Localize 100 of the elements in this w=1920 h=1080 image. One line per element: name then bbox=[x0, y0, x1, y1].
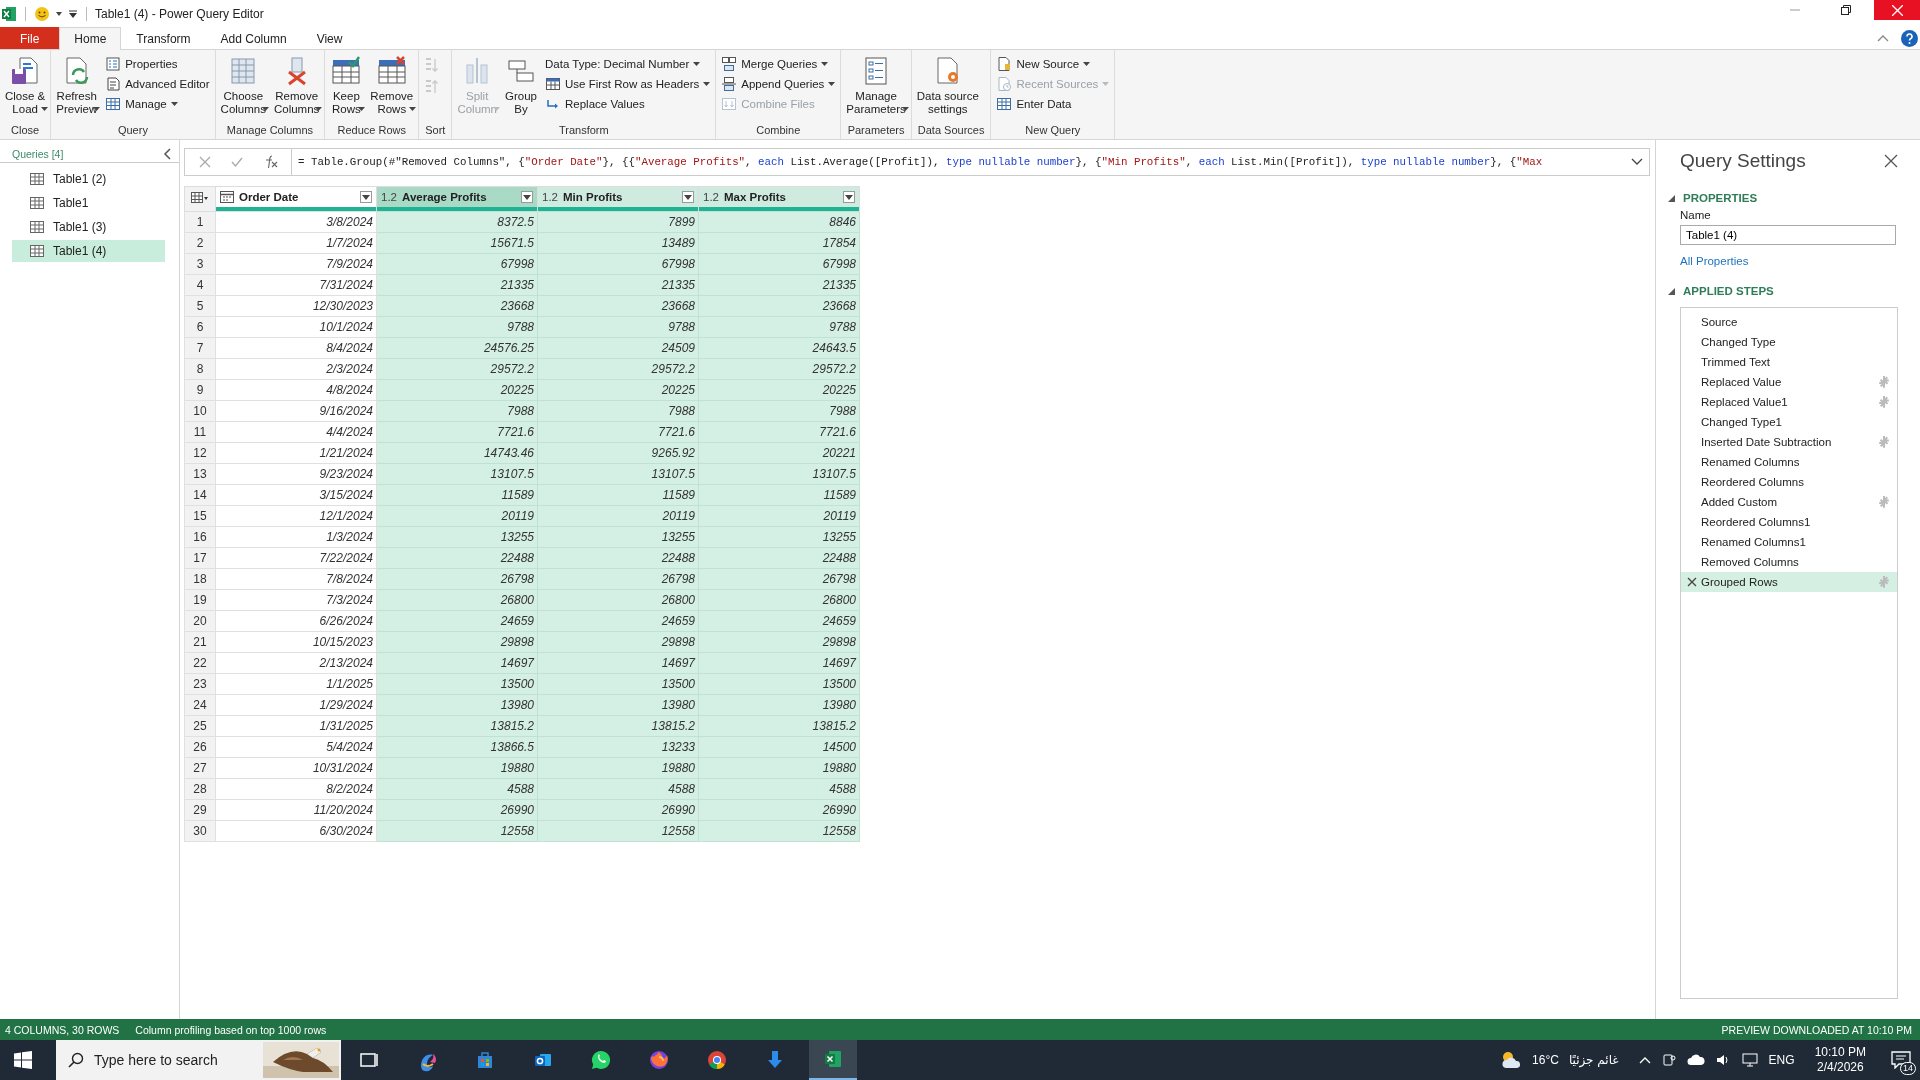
weather-icon[interactable] bbox=[1500, 1049, 1523, 1071]
all-properties-link[interactable]: All Properties bbox=[1680, 255, 1898, 267]
row-number: 12 bbox=[184, 442, 216, 464]
ribbon-button[interactable]: Properties bbox=[102, 55, 213, 73]
query-item[interactable]: Table1 (2) bbox=[12, 168, 165, 190]
ribbon-button[interactable]: Group By bbox=[502, 53, 540, 118]
caret-icon bbox=[684, 194, 692, 200]
customize-toolbar-icon[interactable] bbox=[68, 8, 78, 19]
close-icon[interactable] bbox=[1884, 154, 1898, 168]
table-cell: 6/30/2024 bbox=[215, 820, 377, 842]
cloud-icon[interactable] bbox=[1686, 1053, 1705, 1067]
spreadsheet-taskbar-button[interactable] bbox=[809, 1040, 857, 1080]
applied-step[interactable]: Changed Type bbox=[1681, 332, 1897, 352]
ribbon-button[interactable]: Choose Columns bbox=[217, 53, 269, 113]
name-field[interactable]: Table1 (4) bbox=[1680, 225, 1896, 245]
ribbon-button[interactable]: New Source bbox=[993, 55, 1113, 73]
ribbon-button[interactable]: Use First Row as Headers bbox=[542, 75, 714, 93]
clock-date[interactable]: 2/4/2026 bbox=[1816, 1060, 1864, 1075]
applied-step[interactable]: Reordered Columns bbox=[1681, 472, 1897, 492]
step-label: Reordered Columns bbox=[1701, 476, 1805, 488]
column-header[interactable]: 1.2 Max Profits bbox=[698, 186, 860, 212]
network-icon[interactable] bbox=[1740, 1052, 1759, 1068]
query-item[interactable]: Table1 (4) bbox=[12, 240, 165, 262]
applied-step[interactable]: Removed Columns bbox=[1681, 552, 1897, 572]
row-number: 29 bbox=[184, 799, 216, 821]
row-number: 26 bbox=[184, 736, 216, 758]
calendar-icon bbox=[220, 191, 234, 203]
ribbon-tab[interactable]: Add Column bbox=[205, 27, 302, 49]
ribbon-tab[interactable]: View bbox=[301, 27, 358, 49]
query-item[interactable]: Table1 bbox=[12, 192, 165, 214]
smiley-icon[interactable] bbox=[34, 5, 50, 22]
step-label: Trimmed Text bbox=[1701, 356, 1771, 368]
ribbon-button[interactable]: Remove Columns bbox=[270, 53, 323, 113]
row-number: 28 bbox=[184, 778, 216, 800]
collapse-icon[interactable] bbox=[1668, 194, 1675, 202]
ribbon-button[interactable]: Data Type: Decimal Number bbox=[542, 55, 714, 73]
ribbon-button[interactable]: Merge Queries bbox=[718, 55, 839, 73]
ribbon-button[interactable]: Manage bbox=[102, 95, 213, 113]
column-name: Min Profits bbox=[563, 191, 624, 203]
close-button[interactable] bbox=[1874, 0, 1920, 20]
chevron-up-icon[interactable] bbox=[1638, 1056, 1651, 1064]
row-number: 20 bbox=[184, 610, 216, 632]
caret-icon[interactable] bbox=[55, 9, 63, 18]
ribbon-tab[interactable]: File bbox=[0, 27, 60, 49]
clock-time[interactable]: 10:10 PM bbox=[1814, 1045, 1866, 1060]
section-heading: APPLIED STEPS bbox=[1683, 285, 1774, 297]
window-title: Table1 (4) - Power Query Editor bbox=[95, 6, 264, 21]
filter-button[interactable] bbox=[843, 191, 855, 203]
step-label: Inserted Date Subtraction bbox=[1701, 436, 1833, 448]
filter-button[interactable] bbox=[521, 191, 533, 203]
applied-step[interactable]: Renamed Columns1 bbox=[1681, 532, 1897, 552]
ribbon-tab[interactable]: Transform bbox=[121, 27, 206, 49]
ribbon-button[interactable]: Close & Load bbox=[2, 53, 49, 113]
row-number: 5 bbox=[184, 295, 216, 317]
row-number: 11 bbox=[184, 421, 216, 443]
query-item[interactable]: Table1 (3) bbox=[12, 216, 165, 238]
volume-icon[interactable] bbox=[1714, 1052, 1731, 1068]
notification-icon[interactable] bbox=[1891, 1051, 1911, 1069]
ribbon-button[interactable]: Append Queries bbox=[718, 75, 839, 93]
ribbon-button[interactable]: Data source settings bbox=[913, 53, 982, 118]
applied-step[interactable]: Trimmed Text bbox=[1681, 352, 1897, 372]
delete-icon[interactable] bbox=[1687, 577, 1697, 587]
filter-button[interactable] bbox=[682, 191, 694, 203]
table-cell: 1/31/2025 bbox=[215, 715, 377, 737]
table-icon bbox=[30, 197, 44, 209]
row-number: 7 bbox=[184, 337, 216, 359]
ribbon-tab[interactable]: Home bbox=[59, 27, 122, 50]
append-icon bbox=[721, 76, 738, 92]
help-icon[interactable] bbox=[1901, 29, 1918, 47]
table-cell: 7/22/2024 bbox=[215, 547, 377, 569]
table-menu-button[interactable] bbox=[184, 186, 216, 212]
applied-step[interactable]: Source bbox=[1681, 312, 1897, 332]
column-header[interactable]: 1.2 Average Profits bbox=[376, 186, 538, 212]
ribbon-button[interactable]: Replace Values bbox=[542, 95, 714, 113]
applied-step[interactable]: Inserted Date Subtraction bbox=[1681, 432, 1897, 452]
row-number: 6 bbox=[184, 316, 216, 338]
applied-step[interactable]: Replaced Value1 bbox=[1681, 392, 1897, 412]
windows-logo-icon bbox=[14, 1051, 32, 1069]
applied-step[interactable]: Changed Type1 bbox=[1681, 412, 1897, 432]
ribbon-button[interactable]: Enter Data bbox=[993, 95, 1113, 113]
applied-step[interactable]: Added Custom bbox=[1681, 492, 1897, 512]
status-text: Column profiling based on top 1000 rows bbox=[135, 1023, 327, 1036]
ribbon-button[interactable]: Advanced Editor bbox=[102, 75, 213, 93]
language-indicator[interactable]: ENG bbox=[1768, 1053, 1795, 1067]
ribbon-button[interactable]: Keep Rows bbox=[327, 53, 366, 113]
applied-step[interactable]: Replaced Value bbox=[1681, 372, 1897, 392]
applied-step[interactable]: Renamed Columns bbox=[1681, 452, 1897, 472]
column-header[interactable]: 1.2 Min Profits bbox=[537, 186, 699, 212]
step-label: Replaced Value bbox=[1701, 376, 1783, 388]
ribbon-button[interactable]: Refresh Preview bbox=[53, 53, 101, 113]
filter-button[interactable] bbox=[360, 191, 372, 203]
collapse-icon[interactable] bbox=[1668, 287, 1675, 295]
ribbon-button[interactable]: Manage Parameters bbox=[843, 53, 909, 113]
applied-step[interactable]: Grouped Rows bbox=[1681, 572, 1897, 592]
collapse-icon[interactable] bbox=[163, 148, 171, 160]
ribbon-button[interactable]: Remove Rows bbox=[367, 53, 417, 113]
collapse-ribbon-icon[interactable] bbox=[1877, 34, 1889, 42]
step-label: Changed Type1 bbox=[1701, 416, 1783, 428]
column-header[interactable]: Order Date bbox=[215, 186, 377, 212]
applied-step[interactable]: Reordered Columns1 bbox=[1681, 512, 1897, 532]
